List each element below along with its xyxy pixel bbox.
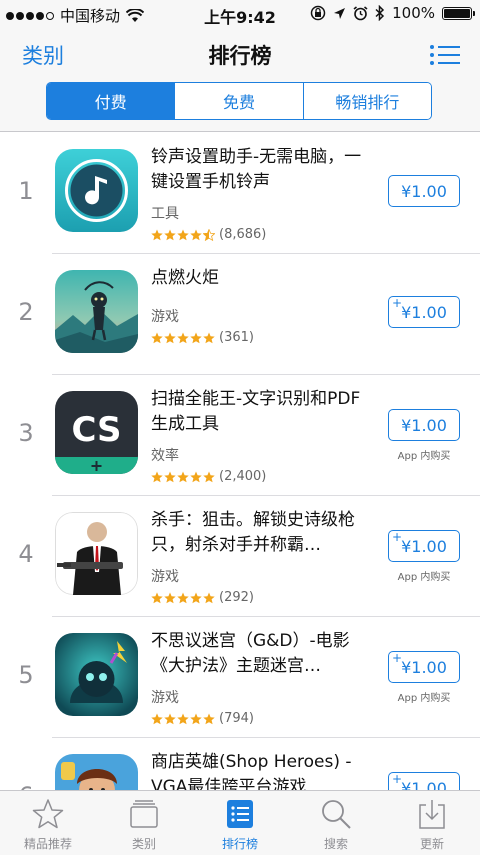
list-item[interactable]: 6 商店英雄(Shop Heroes) - VGA最佳跨平台游戏 + ¥1.00 [0,738,480,790]
segmented-control: 付费 免费 畅销排行 [46,82,432,120]
alarm-icon [353,5,368,20]
tab-label: 精品推荐 [23,837,72,851]
buy-button[interactable]: + ¥1.00 [388,296,460,328]
price-label: ¥1.00 [401,657,447,677]
price-label: ¥1.00 [401,536,447,556]
app-category: 工具 [151,206,179,222]
rating-count: (8,686) [219,227,267,242]
top-charts-icon [227,800,253,828]
in-app-purchase-note: App 内购买 [397,693,451,704]
tab-featured[interactable]: 精品推荐 [0,791,96,855]
rating-count: (361) [219,330,254,345]
app-list: 1 铃声设置助手-无需电脑，一键设置手机铃声 工具 (8,686) ¥1.00 … [0,133,480,790]
app-rating: (361) [151,330,254,345]
segment-free[interactable]: 免费 [175,83,304,119]
rating-stars [151,471,215,483]
app-category: 效率 [151,448,179,464]
tab-top-charts[interactable]: 排行榜 [192,791,288,855]
universal-plus-icon: + [392,530,403,544]
battery-percent: 100% [392,4,435,22]
buy-button[interactable]: + ¥1.00 [388,651,460,683]
rotation-lock-icon [310,5,326,21]
rank-number: 1 [18,177,34,205]
list-menu-icon[interactable] [430,44,460,66]
list-item[interactable]: 1 铃声设置助手-无需电脑，一键设置手机铃声 工具 (8,686) ¥1.00 [0,133,480,254]
tab-label: 类别 [131,837,156,851]
tab-label: 更新 [419,837,444,851]
app-name: 商店英雄(Shop Heroes) - VGA最佳跨平台游戏 [151,752,352,790]
star-icon [32,799,64,829]
app-icon-hitman-sniper [55,512,138,595]
app-rating: (794) [151,711,254,726]
app-name: 点燃火炬 [151,268,219,288]
price-label: ¥1.00 [401,302,447,322]
price-label: ¥1.00 [401,778,447,791]
app-icon-shop-heroes [55,754,138,790]
location-icon [334,7,346,19]
status-bar: 中国移动 上午9:42 100% [0,0,480,28]
app-rating: (292) [151,590,254,605]
updates-icon [419,800,445,829]
buy-button[interactable]: ¥1.00 [388,409,460,441]
buy-button[interactable]: + ¥1.00 [388,772,460,790]
categories-icon [130,800,158,828]
page-title: 排行榜 [208,44,272,68]
buy-button[interactable]: + ¥1.00 [388,530,460,562]
navigation-bar: 类别 排行榜 付费 免费 畅销排行 [0,28,480,132]
rating-stars [151,332,215,344]
list-item[interactable]: 2 点燃火炬 游戏 (361) + ¥1.00 [0,254,480,375]
app-name: 杀手：狙击。解锁史诗级枪只，射杀对手并称霸… [151,510,355,555]
search-icon [322,800,351,829]
app-category: 游戏 [151,309,179,325]
universal-plus-icon: + [392,651,403,665]
svg-text:CS: CS [71,410,121,450]
tab-categories[interactable]: 类别 [96,791,192,855]
app-icon-light-torch [55,270,138,353]
app-name: 铃声设置助手-无需电脑，一键设置手机铃声 [151,147,362,192]
tab-updates[interactable]: 更新 [384,791,480,855]
app-category: 游戏 [151,690,179,706]
tab-label: 排行榜 [221,837,258,851]
app-icon-ringtone [55,149,138,232]
rating-count: (794) [219,711,254,726]
segment-paid[interactable]: 付费 [47,83,176,119]
rating-stars [151,228,215,241]
universal-plus-icon: + [392,772,403,786]
list-item[interactable]: 5 不思议迷宫（G&D）-电影《大护法》主题迷宫… 游戏 (794) + ¥1.… [0,617,480,738]
app-rating: (8,686) [151,227,266,242]
price-label: ¥1.00 [401,181,447,201]
list-item[interactable]: 3 CS 扫描全能王-文字识别和PDF生成工具 效率 (2,400) ¥1.00 [0,375,480,496]
rank-number: 6 [0,782,52,790]
in-app-purchase-note: App 内购买 [397,451,451,462]
app-icon-camscanner: CS [55,391,138,474]
rating-count: (2,400) [219,469,267,484]
tab-label: 搜索 [323,837,348,851]
rank-number: 4 [18,540,34,568]
battery-icon [442,6,475,20]
app-rating: (2,400) [151,469,266,484]
rank-number: 2 [18,298,34,326]
segment-top-grossing[interactable]: 畅销排行 [303,83,431,119]
buy-button[interactable]: ¥1.00 [388,175,460,207]
app-name: 不思议迷宫（G&D）-电影《大护法》主题迷宫… [151,631,350,676]
in-app-purchase-note: App 内购买 [397,572,451,583]
tab-bar: 精品推荐 类别 排行榜 搜索 更新 [0,790,480,855]
rating-count: (292) [219,590,254,605]
price-label: ¥1.00 [401,415,447,435]
rating-stars [151,713,215,725]
list-item[interactable]: 4 杀手：狙击。解锁史诗级枪只，射杀对手并称霸… 游戏 (292) + ¥1.0… [0,496,480,617]
rank-number: 5 [18,661,34,689]
rank-number: 3 [18,419,34,447]
app-icon-gumballs-dungeons [55,633,138,716]
tab-search[interactable]: 搜索 [288,791,384,855]
bluetooth-icon [375,5,385,21]
app-category: 游戏 [151,569,179,585]
universal-plus-icon: + [392,296,403,310]
app-name: 扫描全能王-文字识别和PDF生成工具 [151,389,361,434]
status-right: 100% [310,4,475,22]
rating-stars [151,592,215,604]
